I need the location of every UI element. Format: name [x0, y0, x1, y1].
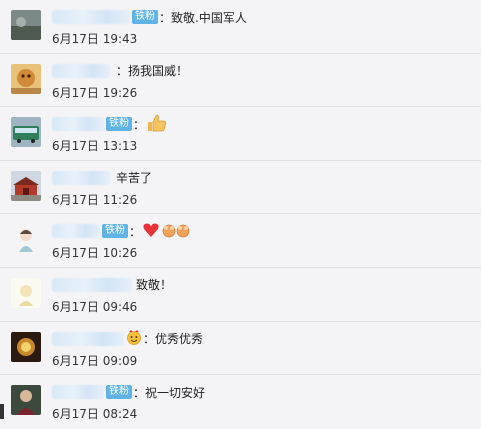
comment-time: 6月17日 13:13	[52, 139, 138, 154]
comment-header: ：优秀优秀	[52, 330, 203, 348]
username-blurred[interactable]	[52, 277, 132, 292]
comment-list: 铁粉 ：致敬.中国军人 6月17日 19:43 ：扬我国威！ 6月17日 19:…	[0, 0, 481, 429]
comment-item: 辛苦了 6月17日 11:26	[0, 161, 481, 215]
comment-time: 6月17日 10:26	[52, 246, 138, 261]
fan-badge: 铁粉	[106, 385, 132, 400]
avatar[interactable]	[11, 117, 41, 148]
username-blurred[interactable]	[52, 10, 130, 24]
avatar[interactable]	[11, 10, 41, 40]
comment-header: 致敬！	[52, 276, 172, 294]
scroll-edge-marker	[0, 404, 4, 419]
comment-text: 致敬！	[136, 278, 173, 293]
comment-time: 6月17日 11:26	[52, 192, 138, 207]
username-blurred[interactable]	[52, 117, 104, 132]
comment-text: ：扬我国威！	[116, 64, 189, 79]
avatar[interactable]	[11, 170, 41, 201]
fan-badge: 铁粉	[132, 10, 158, 24]
avatar[interactable]	[11, 63, 41, 94]
comment-item: 铁粉 ：祝一切安好 6月17日 08:24	[0, 375, 481, 429]
fan-badge: 铁粉	[102, 224, 128, 239]
heart-hands-icon	[143, 222, 197, 241]
comment-time: 6月17日 19:26	[52, 85, 138, 100]
smile-icon	[126, 329, 142, 348]
avatar[interactable]	[11, 385, 41, 416]
avatar[interactable]	[11, 224, 41, 255]
fan-badge: 铁粉	[106, 117, 132, 132]
comment-time: 6月17日 19:43	[52, 32, 138, 46]
comment-time: 6月17日 08:24	[52, 407, 138, 422]
comment-text: ：祝一切安好	[133, 385, 206, 400]
comment-item: ：扬我国威！ 6月17日 19:26	[0, 54, 481, 108]
comment-time: 6月17日 09:09	[52, 353, 138, 368]
comment-item: ：优秀优秀 6月17日 09:09	[0, 322, 481, 376]
username-blurred[interactable]	[52, 63, 110, 78]
comment-header: ：扬我国威！	[52, 62, 188, 80]
comment-time: 6月17日 09:46	[52, 299, 138, 314]
comment-item: 铁粉 ： 6月17日 10:26	[0, 214, 481, 268]
avatar[interactable]	[11, 277, 41, 308]
comment-header: 铁粉 ：祝一切安好	[52, 383, 205, 401]
comment-item: 铁粉 ： 6月17日 13:13	[0, 107, 481, 161]
comment-text: ：优秀优秀	[143, 332, 204, 347]
comment-header: 铁粉 ：致敬.中国军人	[52, 8, 247, 26]
comment-text: ：致敬.中国军人	[159, 10, 247, 25]
comment-text: ：	[129, 224, 142, 239]
comment-header: 辛苦了	[52, 169, 152, 187]
comment-text: 辛苦了	[116, 171, 153, 186]
comment-item: 铁粉 ：致敬.中国军人 6月17日 19:43	[0, 0, 481, 54]
username-blurred[interactable]	[52, 224, 100, 239]
username-blurred[interactable]	[52, 385, 104, 400]
comment-item: 致敬！ 6月17日 09:46	[0, 268, 481, 322]
thumbs-up-icon	[147, 114, 167, 135]
comment-header: 铁粉 ：	[52, 114, 167, 135]
username-blurred[interactable]	[52, 170, 110, 185]
avatar[interactable]	[11, 331, 41, 362]
comment-text: ：	[133, 117, 146, 132]
username-blurred[interactable]	[52, 331, 124, 346]
comment-header: 铁粉 ：	[52, 222, 197, 240]
